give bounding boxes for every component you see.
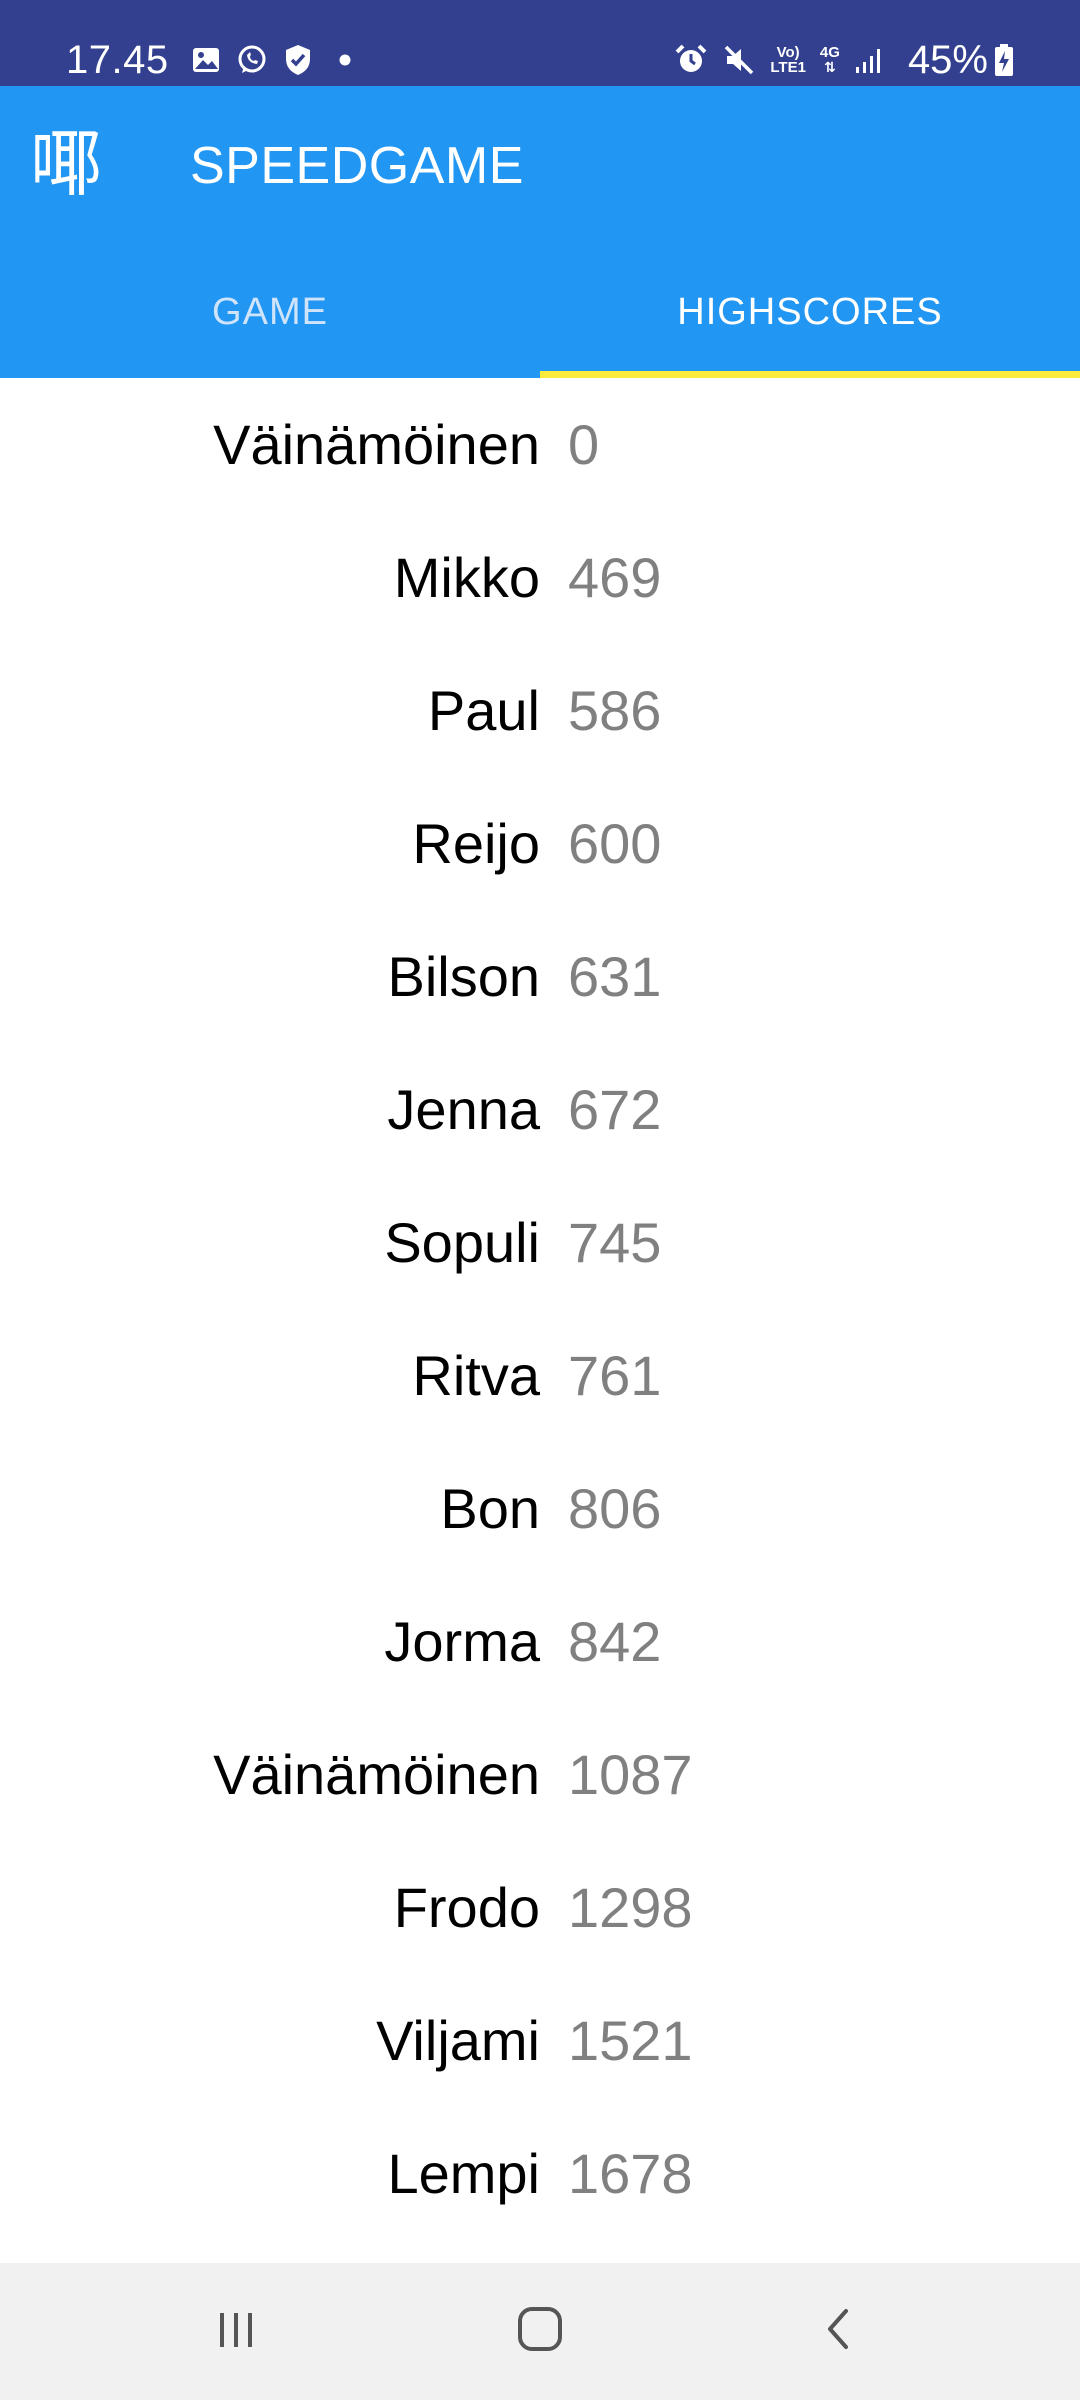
signal-icon bbox=[854, 45, 884, 75]
tab-highscores[interactable]: HIGHSCORES bbox=[540, 246, 1080, 378]
toolbar: 㖿 SPEEDGAME bbox=[0, 86, 1080, 246]
back-icon bbox=[816, 2305, 864, 2358]
app-title: SPEEDGAME bbox=[190, 137, 524, 195]
player-name: Jorma bbox=[384, 1610, 540, 1673]
volte-label-top: Vo) bbox=[776, 44, 800, 61]
tab-game-label: GAME bbox=[212, 290, 328, 333]
player-name: Ritva bbox=[412, 1344, 540, 1407]
list-item: Jorma 842 bbox=[0, 1575, 1080, 1708]
player-score: 631 bbox=[568, 945, 662, 1008]
player-name: Väinämöinen bbox=[213, 1743, 540, 1806]
home-icon bbox=[514, 2303, 566, 2360]
list-item: Lempi 1678 bbox=[0, 2107, 1080, 2240]
alarm-icon bbox=[674, 43, 708, 77]
player-score: 842 bbox=[568, 1610, 662, 1673]
player-name: Väinämöinen bbox=[213, 413, 540, 476]
mute-icon bbox=[722, 43, 756, 77]
shield-check-icon bbox=[283, 43, 313, 77]
player-score: 745 bbox=[568, 1211, 662, 1274]
list-item: Sopuli 745 bbox=[0, 1176, 1080, 1309]
player-score: 1521 bbox=[568, 2009, 693, 2072]
player-name: Viljami bbox=[376, 2009, 540, 2072]
player-name: Paul bbox=[427, 679, 540, 742]
list-item: Jenna 672 bbox=[0, 1043, 1080, 1176]
player-score: 1298 bbox=[568, 1876, 693, 1939]
player-score: 1678 bbox=[568, 2142, 693, 2205]
battery-charging-icon bbox=[994, 43, 1014, 77]
tab-highscores-label: HIGHSCORES bbox=[677, 290, 943, 333]
tab-bar: GAME HIGHSCORES bbox=[0, 246, 1080, 378]
list-item: Frodo 1298 bbox=[0, 1841, 1080, 1974]
player-name: Frodo bbox=[393, 1876, 540, 1939]
list-item: Reijo 600 bbox=[0, 777, 1080, 910]
player-name: Sopuli bbox=[384, 1211, 540, 1274]
battery-percent: 45% bbox=[907, 37, 988, 82]
gallery-icon bbox=[191, 45, 221, 75]
recents-icon bbox=[212, 2305, 260, 2358]
player-score: 1087 bbox=[568, 1743, 693, 1806]
system-nav-bar bbox=[0, 2263, 1080, 2400]
list-item: Bilson 631 bbox=[0, 910, 1080, 1043]
list-item: Ritva 761 bbox=[0, 1309, 1080, 1442]
recents-button[interactable] bbox=[136, 2263, 336, 2400]
tab-game[interactable]: GAME bbox=[0, 246, 540, 378]
player-name: Reijo bbox=[412, 812, 540, 875]
player-score: 0 bbox=[568, 413, 600, 476]
whatsapp-icon bbox=[235, 43, 269, 77]
volte-label-bottom: LTE1 bbox=[770, 59, 806, 76]
list-item: Mikko 469 bbox=[0, 511, 1080, 644]
status-time: 17.45 bbox=[66, 37, 169, 82]
status-bar: 17.45 Vo) LTE1 4G ⇅ 45% bbox=[0, 0, 1080, 86]
player-score: 806 bbox=[568, 1477, 662, 1540]
highscore-list[interactable]: Väinämöinen 0 Mikko 469 Paul 586 Reijo 6… bbox=[0, 378, 1080, 2263]
player-score: 672 bbox=[568, 1078, 662, 1141]
player-name: Bilson bbox=[387, 945, 540, 1008]
player-score: 586 bbox=[568, 679, 662, 742]
app-bar: 㖿 SPEEDGAME GAME HIGHSCORES bbox=[0, 86, 1080, 378]
tab-selected-indicator bbox=[540, 371, 1080, 378]
back-button[interactable] bbox=[740, 2263, 940, 2400]
list-item: Paul 586 bbox=[0, 644, 1080, 777]
player-name: Mikko bbox=[393, 546, 540, 609]
ideograph-app-icon: 㖿 bbox=[30, 122, 103, 206]
home-button[interactable] bbox=[440, 2263, 640, 2400]
list-item: Väinämöinen 1087 bbox=[0, 1708, 1080, 1841]
list-item: Väinämöinen 0 bbox=[0, 378, 1080, 511]
list-item: Bon 806 bbox=[0, 1442, 1080, 1575]
list-item: Viljami 1521 bbox=[0, 1974, 1080, 2107]
player-name: Lempi bbox=[387, 2142, 540, 2205]
speedgame-screen: 17.45 Vo) LTE1 4G ⇅ 45% 㖿 SPEEDGAME GAME… bbox=[0, 0, 1080, 2400]
player-score: 469 bbox=[568, 546, 662, 609]
player-name: Jenna bbox=[387, 1078, 540, 1141]
volte-icon: Vo) LTE1 bbox=[770, 45, 806, 75]
player-score: 761 bbox=[568, 1344, 662, 1407]
player-score: 600 bbox=[568, 812, 662, 875]
network-type-label: 4G bbox=[819, 44, 840, 61]
player-name: Bon bbox=[440, 1477, 540, 1540]
4g-data-icon: 4G ⇅ bbox=[819, 44, 840, 75]
dot-icon bbox=[339, 54, 351, 66]
